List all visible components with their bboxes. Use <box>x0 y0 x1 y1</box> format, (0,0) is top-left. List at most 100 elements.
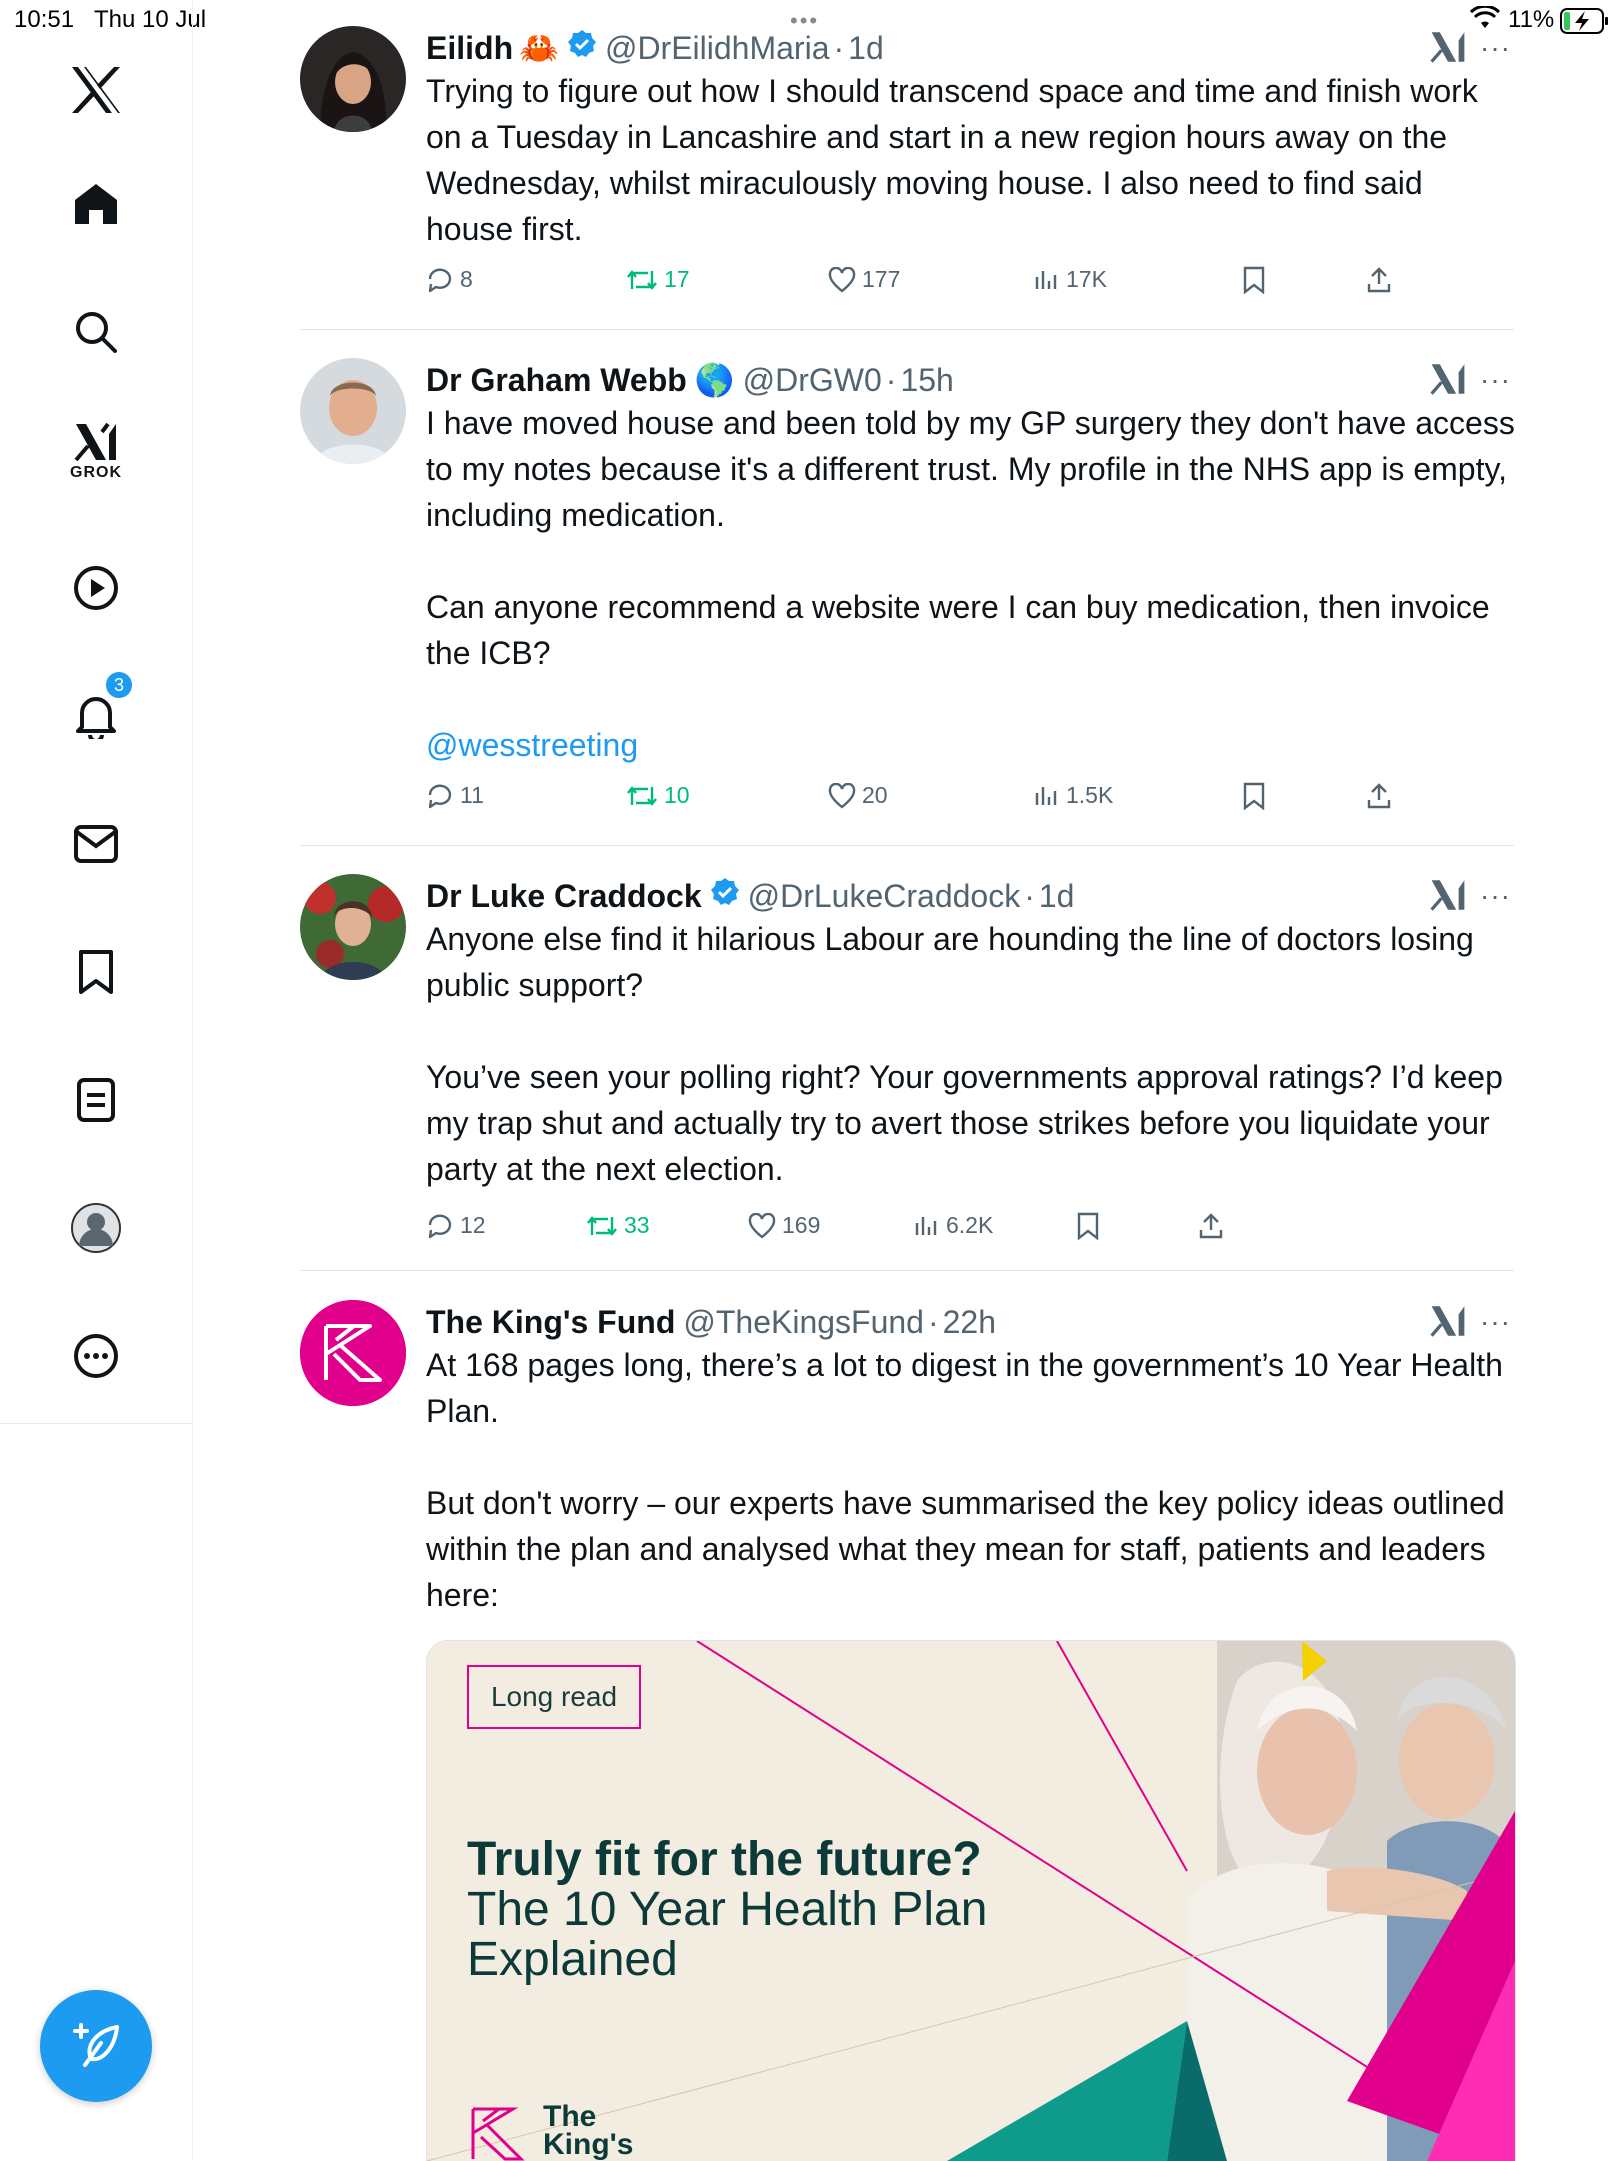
author-handle[interactable]: @DrGW0 <box>743 362 882 399</box>
bookmark-button[interactable] <box>1076 1212 1106 1240</box>
reply-button[interactable]: 11 <box>426 782 484 809</box>
more-options-icon[interactable] <box>56 1316 136 1396</box>
repost-icon <box>627 269 657 290</box>
view-count: 17K <box>1066 266 1107 292</box>
like-button[interactable]: 169 <box>748 1212 820 1239</box>
more-options-icon[interactable]: ··· <box>1480 880 1511 912</box>
tweet-paragraph: You’ve seen your polling right? Your gov… <box>426 1059 1503 1187</box>
reply-button[interactable]: 12 <box>426 1212 486 1239</box>
tweet[interactable]: Eilidh 🦀 @DrEilidhMaria · 1d ··· Trying … <box>300 26 1514 330</box>
home-icon[interactable] <box>56 164 136 244</box>
like-count: 169 <box>782 1212 821 1238</box>
like-button[interactable]: 20 <box>828 782 888 809</box>
bookmark-button[interactable] <box>1242 266 1272 294</box>
like-count: 177 <box>862 266 901 292</box>
tweet-text: At 168 pages long, there’s a lot to dige… <box>426 1342 1516 1618</box>
repost-count: 33 <box>624 1212 650 1238</box>
kings-fund-mark-icon <box>471 2107 525 2161</box>
like-button[interactable]: 177 <box>828 266 900 293</box>
tweet-text: Trying to figure out how I should transc… <box>426 68 1516 252</box>
views-button[interactable]: 6.2K <box>914 1212 993 1239</box>
bookmarks-icon[interactable] <box>56 932 136 1012</box>
card-title-rest: The 10 Year Health Plan Explained <box>467 1883 988 1986</box>
search-icon[interactable] <box>56 292 136 372</box>
tweet-time[interactable]: 15h <box>900 362 953 399</box>
author-name[interactable]: The King's Fund <box>426 1304 675 1341</box>
tweet[interactable]: Dr Luke Craddock @DrLukeCraddock · 1d ··… <box>300 874 1514 1270</box>
tweet-header: Eilidh 🦀 @DrEilidhMaria · 1d <box>426 28 884 68</box>
like-count: 20 <box>862 782 888 808</box>
sidebar: GROK 3 <box>0 0 193 2160</box>
avatar[interactable] <box>300 26 406 132</box>
separator-dot: · <box>1024 877 1035 914</box>
author-name[interactable]: Dr Graham Webb <box>426 362 687 399</box>
video-icon[interactable] <box>56 548 136 628</box>
bookmark-icon <box>1077 1212 1099 1240</box>
heart-icon <box>828 266 856 293</box>
tweet-time[interactable]: 1d <box>848 30 884 67</box>
reply-button[interactable]: 8 <box>426 266 473 293</box>
more-options-icon[interactable]: ··· <box>1480 1306 1511 1338</box>
mention-link[interactable]: @wesstreeting <box>426 722 1516 768</box>
share-button[interactable] <box>1366 266 1398 294</box>
messages-icon[interactable] <box>56 804 136 884</box>
compose-button[interactable] <box>40 1990 152 2102</box>
tweet-paragraph: Trying to figure out how I should transc… <box>426 73 1478 247</box>
bookmark-button[interactable] <box>1242 782 1272 810</box>
grok-explain-icon[interactable] <box>1430 362 1466 401</box>
grok-nav[interactable]: GROK <box>56 412 136 492</box>
lists-icon[interactable] <box>56 1060 136 1140</box>
grok-icon <box>74 422 116 462</box>
share-button[interactable] <box>1366 782 1398 810</box>
tweet-time[interactable]: 22h <box>943 1304 996 1341</box>
link-preview-card[interactable]: Long read Truly fit for the future? The … <box>426 1640 1516 2161</box>
globe-emoji: 🌎 <box>694 362 735 398</box>
views-button[interactable]: 17K <box>1034 266 1107 293</box>
share-icon <box>1367 267 1391 293</box>
author-handle[interactable]: @DrLukeCraddock <box>748 878 1021 915</box>
avatar[interactable] <box>300 1300 406 1406</box>
tweet-divider <box>300 329 1514 330</box>
author-handle[interactable]: @TheKingsFund <box>683 1304 924 1341</box>
tweet[interactable]: Dr Graham Webb 🌎 @DrGW0 · 15h ··· I have… <box>300 358 1516 844</box>
notifications-icon[interactable]: 3 <box>56 670 136 756</box>
views-icon <box>915 1216 937 1235</box>
grok-explain-icon[interactable] <box>1430 878 1466 917</box>
tweet-text: Anyone else find it hilarious Labour are… <box>426 916 1516 1192</box>
separator-dot: · <box>927 1303 939 1340</box>
compose-feather-icon <box>73 2023 119 2067</box>
share-button[interactable] <box>1198 1212 1230 1240</box>
repost-icon <box>587 1215 617 1236</box>
more-options-icon[interactable]: ··· <box>1480 364 1511 396</box>
reply-icon <box>428 268 452 292</box>
notifications-badge: 3 <box>104 670 134 700</box>
avatar[interactable] <box>300 874 406 980</box>
more-options-icon[interactable]: ··· <box>1480 32 1511 64</box>
views-icon <box>1035 270 1057 289</box>
repost-button[interactable]: 17 <box>626 266 690 293</box>
repost-button[interactable]: 33 <box>586 1212 650 1239</box>
heart-icon <box>828 782 856 809</box>
tweet-time[interactable]: 1d <box>1039 878 1075 915</box>
author-name[interactable]: Eilidh <box>426 30 513 67</box>
repost-button[interactable]: 10 <box>626 782 690 809</box>
tweet-actions: 11 10 20 1.5K <box>426 782 1426 822</box>
author-handle[interactable]: @DrEilidhMaria <box>605 30 830 67</box>
avatar[interactable] <box>300 358 406 464</box>
tweet-paragraph: Can anyone recommend a website were I ca… <box>426 589 1490 671</box>
grok-explain-icon[interactable] <box>1430 30 1466 69</box>
view-count: 6.2K <box>946 1212 994 1238</box>
card-logo: The King's <box>465 2102 633 2161</box>
author-name[interactable]: Dr Luke Craddock <box>426 878 702 915</box>
grok-explain-icon[interactable] <box>1430 1304 1466 1343</box>
bookmark-icon <box>1243 782 1265 810</box>
views-button[interactable]: 1.5K <box>1034 782 1113 809</box>
tweet-text: I have moved house and been told by my G… <box>426 400 1516 768</box>
battery-charging-icon <box>1560 8 1610 39</box>
crab-emoji: 🦀 <box>519 30 559 66</box>
heart-icon <box>748 1212 776 1239</box>
battery-percent: 11% <box>1508 6 1555 33</box>
tweet-paragraph: Anyone else find it hilarious Labour are… <box>426 921 1474 1003</box>
x-logo-icon[interactable] <box>56 50 136 130</box>
profile-avatar[interactable] <box>56 1188 136 1268</box>
